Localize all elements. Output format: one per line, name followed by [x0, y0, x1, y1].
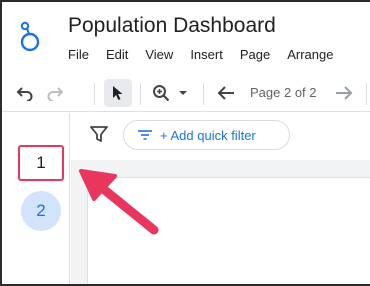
add-quick-filter-button[interactable]: + Add quick filter	[123, 120, 290, 150]
toolbar-divider	[203, 83, 204, 105]
page-2-button[interactable]: 2	[21, 191, 61, 231]
add-quick-filter-label: + Add quick filter	[160, 127, 256, 143]
menu-view[interactable]: View	[145, 47, 173, 62]
toolbar-divider	[94, 83, 95, 105]
page-1-label: 1	[36, 153, 46, 172]
app-window: Population Dashboard File Edit View Inse…	[0, 0, 370, 286]
menu-insert[interactable]: Insert	[190, 47, 223, 62]
menu-file[interactable]: File	[68, 47, 89, 62]
zoom-in-icon[interactable]	[150, 83, 172, 103]
looker-studio-logo-icon[interactable]	[19, 20, 41, 54]
filter-icon[interactable]	[90, 125, 108, 143]
report-canvas[interactable]	[87, 177, 370, 284]
select-tool-button[interactable]	[104, 79, 132, 107]
redo-icon[interactable]	[44, 83, 66, 103]
filter-list-icon	[138, 130, 152, 140]
menu-edit[interactable]: Edit	[106, 47, 128, 62]
menu-page[interactable]: Page	[240, 47, 270, 62]
undo-icon[interactable]	[14, 83, 36, 103]
pointer-icon	[113, 86, 123, 100]
menu-bar: File Edit View Insert Page Arrange	[68, 47, 350, 62]
zoom-dropdown-chevron-icon[interactable]	[176, 83, 190, 103]
page-indicator: Page 2 of 2	[250, 85, 317, 100]
page-2-label: 2	[36, 201, 46, 220]
page-1-button[interactable]: 1	[18, 145, 64, 181]
report-title[interactable]: Population Dashboard	[68, 14, 276, 38]
toolbar-divider	[140, 83, 141, 105]
previous-page-icon[interactable]	[214, 83, 238, 103]
toolbar: Page 2 of 2	[2, 74, 370, 112]
next-page-icon[interactable]	[332, 83, 356, 103]
toolbar-divider	[366, 83, 367, 105]
app-header: Population Dashboard File Edit View Inse…	[2, 2, 370, 72]
menu-arrange[interactable]: Arrange	[287, 47, 333, 62]
